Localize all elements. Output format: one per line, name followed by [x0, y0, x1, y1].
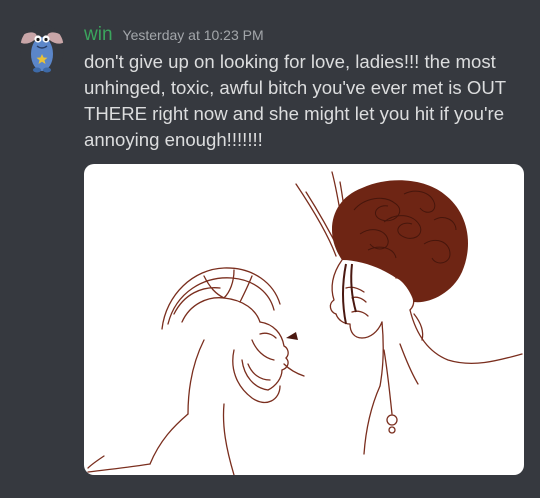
chat-message: win Yesterday at 10:23 PM don't give up …: [0, 0, 540, 498]
blue-creature-avatar-icon: [20, 32, 64, 73]
user-avatar[interactable]: [20, 24, 64, 74]
timestamp[interactable]: Yesterday at 10:23 PM: [123, 27, 264, 43]
image-attachment[interactable]: [84, 164, 524, 475]
message-text: don't give up on looking for love, ladie…: [84, 51, 506, 150]
message-header: win Yesterday at 10:23 PM: [84, 24, 264, 46]
username[interactable]: win: [84, 24, 113, 46]
sketch-drawing-image: [87, 171, 523, 475]
